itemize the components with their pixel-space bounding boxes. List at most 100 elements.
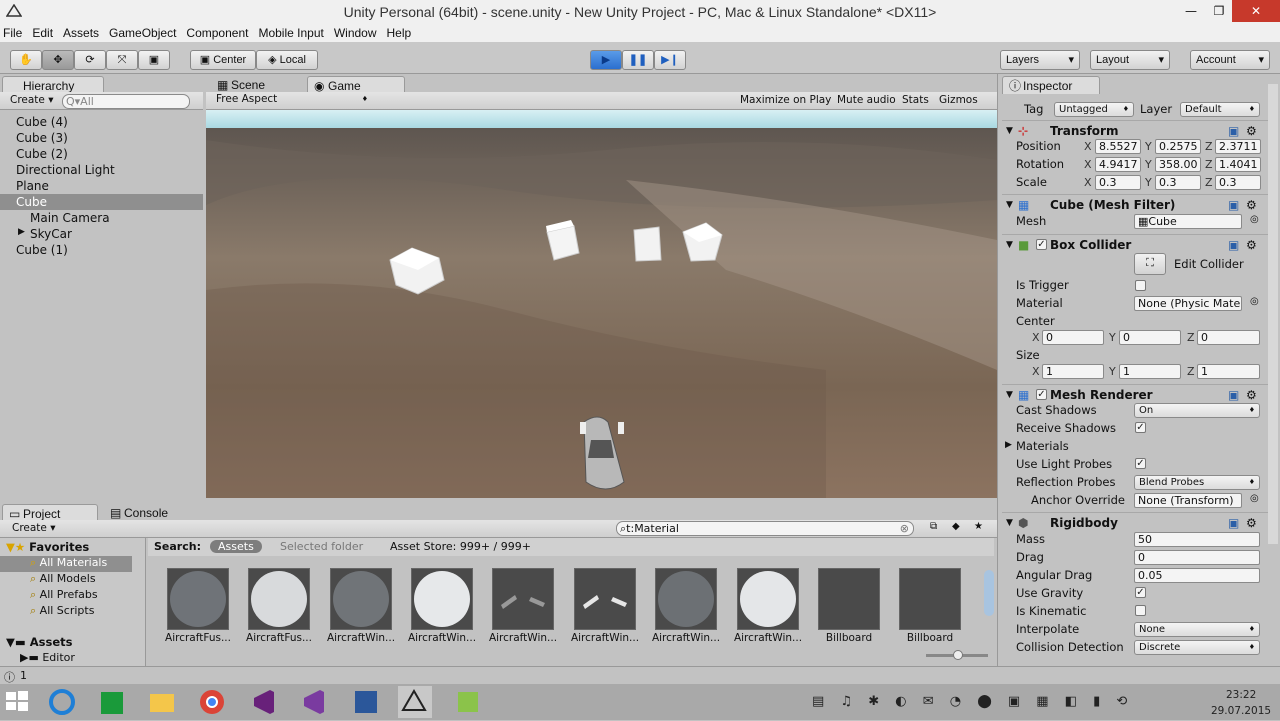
center-x-field[interactable]: 0 bbox=[1042, 330, 1104, 345]
help-book-icon[interactable]: ▣ bbox=[1228, 385, 1239, 405]
scale-y-field[interactable]: 0.3 bbox=[1155, 175, 1201, 190]
chrome-icon[interactable] bbox=[196, 686, 230, 718]
visual-studio-preview-icon[interactable] bbox=[298, 686, 332, 718]
scope-asset-store-button[interactable]: Asset Store: 999+ / 999+ bbox=[390, 540, 531, 553]
asset-thumbnail[interactable] bbox=[330, 568, 392, 630]
reflection-probes-dropdown[interactable]: Blend Probes bbox=[1134, 475, 1260, 490]
account-dropdown[interactable]: Account ▾ bbox=[1190, 50, 1270, 70]
scale-z-field[interactable]: 0.3 bbox=[1215, 175, 1261, 190]
favorites-header[interactable]: ▼★ Favorites bbox=[6, 540, 89, 554]
position-z-field[interactable]: 2.3711 bbox=[1215, 139, 1261, 154]
rigidbody-header[interactable]: ▼ ⬢ Rigidbody ▣ ⚙ bbox=[1002, 512, 1268, 532]
move-tool-button[interactable]: ✥ bbox=[42, 50, 74, 70]
clear-search-icon[interactable]: ⊗ bbox=[900, 522, 909, 535]
hierarchy-search-input[interactable]: Q▾All bbox=[62, 94, 190, 109]
hierarchy-item-plane[interactable]: Plane bbox=[16, 178, 49, 194]
store-icon[interactable] bbox=[96, 686, 130, 718]
minimize-button[interactable]: — bbox=[1176, 0, 1206, 22]
rotation-y-field[interactable]: 358.00 bbox=[1155, 157, 1201, 172]
collision-detection-dropdown[interactable]: Discrete bbox=[1134, 640, 1260, 655]
maximize-on-play-toggle[interactable]: Maximize on Play bbox=[740, 94, 831, 106]
paint-icon[interactable] bbox=[452, 686, 486, 718]
asset-thumbnail[interactable] bbox=[492, 568, 554, 630]
anchor-override-field[interactable]: None (Transform) bbox=[1134, 493, 1242, 508]
interpolate-dropdown[interactable]: None bbox=[1134, 622, 1260, 637]
size-z-field[interactable]: 1 bbox=[1197, 364, 1260, 379]
asset-thumbnail[interactable] bbox=[655, 568, 717, 630]
favorite-all-materials[interactable]: ⌕ All Materials bbox=[30, 556, 107, 570]
stats-toggle[interactable]: Stats bbox=[902, 94, 929, 106]
menu-mobile-input[interactable]: Mobile Input bbox=[253, 24, 328, 42]
slider-handle[interactable] bbox=[953, 650, 963, 660]
menu-file[interactable]: File bbox=[0, 24, 27, 42]
mass-field[interactable]: 50 bbox=[1134, 532, 1260, 547]
angular-drag-field[interactable]: 0.05 bbox=[1134, 568, 1260, 583]
expand-arrow-icon[interactable]: ▶ bbox=[1005, 440, 1012, 450]
is-trigger-checkbox[interactable] bbox=[1135, 280, 1146, 291]
mute-audio-toggle[interactable]: Mute audio bbox=[837, 94, 896, 106]
menu-window[interactable]: Window bbox=[329, 24, 382, 42]
visual-studio-icon[interactable] bbox=[248, 686, 282, 718]
hierarchy-item-cube-3[interactable]: Cube (3) bbox=[16, 130, 68, 146]
hierarchy-item-cube-4[interactable]: Cube (4) bbox=[16, 114, 68, 130]
hierarchy-item-cube-2[interactable]: Cube (2) bbox=[16, 146, 68, 162]
project-scrollbar[interactable] bbox=[984, 570, 994, 616]
favorite-all-scripts[interactable]: ⌕ All Scripts bbox=[30, 604, 94, 618]
layout-dropdown[interactable]: Layout ▾ bbox=[1090, 50, 1170, 70]
editor-folder[interactable]: ▶▬ Editor bbox=[20, 651, 75, 664]
box-collider-header[interactable]: ▼ ■ ✓ Box Collider ▣ ⚙ bbox=[1002, 234, 1268, 254]
game-viewport[interactable] bbox=[206, 110, 997, 498]
enabled-checkbox[interactable]: ✓ bbox=[1036, 239, 1047, 250]
system-tray-icons[interactable]: ▤ ♫ ✱ ◐ ✉ ◔ ⬤ ▣ ▦ ◧ ▮ ⟲ bbox=[812, 694, 1212, 712]
filter-label-icon[interactable]: ◆ bbox=[952, 521, 960, 532]
help-book-icon[interactable]: ▣ bbox=[1228, 513, 1239, 533]
use-gravity-checkbox[interactable]: ✓ bbox=[1135, 587, 1146, 598]
unity-taskbar-icon[interactable] bbox=[398, 686, 432, 718]
menu-assets[interactable]: Assets bbox=[58, 24, 104, 42]
gear-icon[interactable]: ⚙ bbox=[1246, 385, 1257, 405]
step-button[interactable]: ▶❙ bbox=[654, 50, 686, 70]
internet-explorer-icon[interactable] bbox=[46, 686, 80, 718]
help-book-icon[interactable]: ▣ bbox=[1228, 235, 1239, 255]
asset-thumbnail[interactable] bbox=[737, 568, 799, 630]
object-picker-icon[interactable]: ◎ bbox=[1250, 296, 1259, 307]
mesh-field[interactable]: ▦Cube bbox=[1134, 214, 1242, 229]
drag-field[interactable]: 0 bbox=[1134, 550, 1260, 565]
scope-assets-button[interactable]: Assets bbox=[210, 540, 262, 553]
help-book-icon[interactable]: ▣ bbox=[1228, 195, 1239, 215]
menu-edit[interactable]: Edit bbox=[27, 24, 58, 42]
object-picker-icon[interactable]: ◎ bbox=[1250, 214, 1259, 225]
favorite-all-prefabs[interactable]: ⌕ All Prefabs bbox=[30, 588, 98, 602]
scale-x-field[interactable]: 0.3 bbox=[1095, 175, 1141, 190]
play-button[interactable]: ▶ bbox=[590, 50, 622, 70]
aspect-dropdown[interactable]: Free Aspect bbox=[212, 93, 372, 108]
rotation-z-field[interactable]: 1.4041 bbox=[1215, 157, 1261, 172]
center-y-field[interactable]: 0 bbox=[1119, 330, 1181, 345]
layer-dropdown[interactable]: Default bbox=[1180, 102, 1260, 117]
inspector-scrollbar[interactable] bbox=[1268, 84, 1278, 544]
clock-date[interactable]: 29.07.2015 bbox=[1208, 705, 1274, 717]
pause-button[interactable]: ❚❚ bbox=[622, 50, 654, 70]
size-y-field[interactable]: 1 bbox=[1119, 364, 1181, 379]
hierarchy-item-main-camera[interactable]: Main Camera bbox=[30, 210, 110, 226]
collider-material-field[interactable]: None (Physic Mate bbox=[1134, 296, 1242, 311]
menu-help[interactable]: Help bbox=[382, 24, 417, 42]
asset-thumbnail[interactable] bbox=[167, 568, 229, 630]
is-kinematic-checkbox[interactable] bbox=[1135, 605, 1146, 616]
asset-thumbnail[interactable] bbox=[899, 568, 961, 630]
scope-selected-folder-button[interactable]: Selected folder bbox=[280, 540, 363, 553]
asset-thumbnail[interactable] bbox=[248, 568, 310, 630]
menu-gameobject[interactable]: GameObject bbox=[104, 24, 181, 42]
asset-thumbnail[interactable] bbox=[411, 568, 473, 630]
gear-icon[interactable]: ⚙ bbox=[1246, 235, 1257, 255]
rect-tool-button[interactable]: ▣ bbox=[138, 50, 170, 70]
hierarchy-item-skycar[interactable]: SkyCar bbox=[30, 226, 72, 242]
space-local-button[interactable]: ◈ Local bbox=[256, 50, 318, 70]
tag-dropdown[interactable]: Untagged bbox=[1054, 102, 1134, 117]
close-button[interactable]: ✕ bbox=[1232, 0, 1280, 22]
cast-shadows-dropdown[interactable]: On bbox=[1134, 403, 1260, 418]
hierarchy-item-cube-1[interactable]: Cube (1) bbox=[16, 242, 68, 258]
windows-start-icon[interactable] bbox=[4, 688, 34, 716]
materials-label[interactable]: Materials bbox=[1016, 437, 1069, 455]
asset-thumbnail[interactable] bbox=[574, 568, 636, 630]
